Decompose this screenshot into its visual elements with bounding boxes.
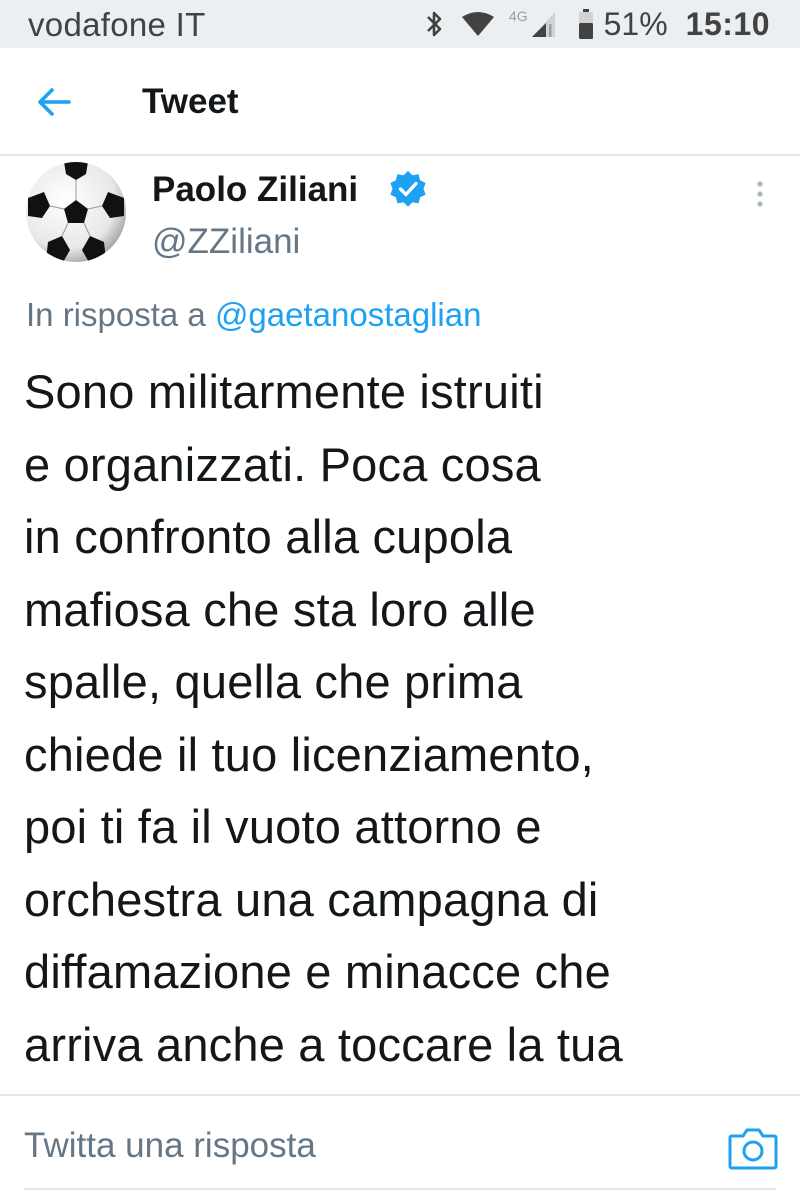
battery-icon xyxy=(578,9,593,39)
overflow-menu-button[interactable] xyxy=(740,170,780,218)
reply-prefix: In risposta a xyxy=(26,296,206,333)
camera-icon xyxy=(728,1128,778,1170)
compose-divider xyxy=(24,1188,776,1190)
tweet-text-line: mafiosa che sta loro alle xyxy=(24,582,536,636)
bluetooth-icon xyxy=(427,11,442,37)
more-vertical-icon xyxy=(757,181,763,207)
soccer-ball-icon xyxy=(26,162,126,262)
reply-context: In risposta a @gaetanostaglian xyxy=(26,296,481,334)
tweet-text-line: orchestra una campagna di xyxy=(24,872,599,926)
page-title: Tweet xyxy=(142,82,239,121)
cell-signal-icon xyxy=(531,12,555,37)
clock: 15:10 xyxy=(685,5,770,42)
status-bar: vodafone IT 4G 51% 15:10 xyxy=(0,0,800,48)
camera-button[interactable] xyxy=(728,1126,778,1170)
tweet-text-line: spalle, quella che prima xyxy=(24,655,523,708)
tweet-text: Sono militarmente istruiti e organizzati… xyxy=(24,356,784,1154)
arrow-left-icon xyxy=(38,88,71,116)
status-icons: 4G 51% 15:10 xyxy=(425,4,770,44)
app-bar: Tweet xyxy=(0,48,800,156)
wifi-icon xyxy=(461,12,494,36)
tweet-text-line: arriva anche a toccare la tua xyxy=(24,1017,623,1071)
tweet-text-line: diffamazione e minacce che xyxy=(24,945,611,998)
tweet-text-line: e organizzati. Poca cosa xyxy=(24,437,541,491)
back-button[interactable] xyxy=(22,78,86,126)
reply-input[interactable] xyxy=(24,1126,704,1166)
tweet-text-line: Sono militarmente istruiti xyxy=(24,365,544,418)
reply-to-user-link[interactable]: @gaetanostaglian xyxy=(215,296,482,333)
network-type: 4G xyxy=(508,8,528,24)
reply-compose-bar xyxy=(0,1094,800,1200)
tweet-text-line: in confronto alla cupola xyxy=(24,510,513,563)
tweet-text-line: chiede il tuo licenziamento, xyxy=(24,727,594,781)
tweet-header: Paolo Ziliani @ZZiliani xyxy=(0,156,800,286)
battery-percent: 51% xyxy=(603,5,668,42)
tweet-text-line: poi ti fa il vuoto attorno e xyxy=(24,800,542,853)
author-name[interactable]: Paolo Ziliani xyxy=(152,170,358,210)
author-handle[interactable]: @ZZiliani xyxy=(152,222,300,262)
avatar[interactable] xyxy=(24,160,128,264)
carrier-name: vodafone IT xyxy=(28,6,206,43)
verified-badge-icon xyxy=(390,171,426,207)
